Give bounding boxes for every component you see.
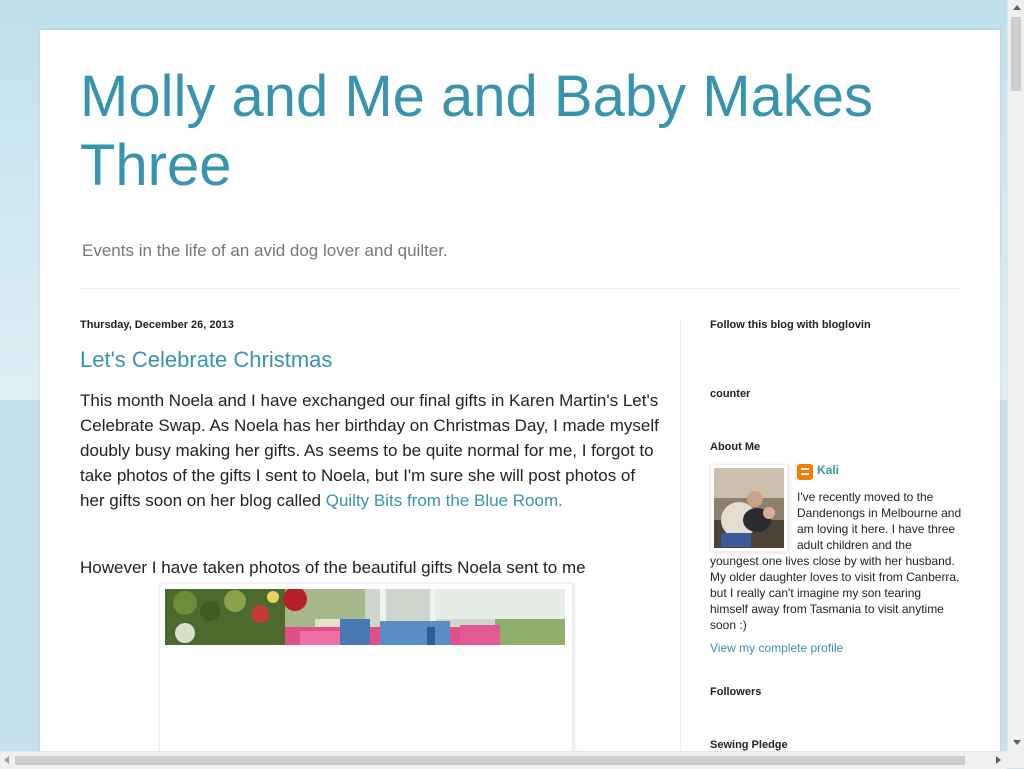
profile-about-body: I've recently moved to the Dandenongs in… <box>710 489 962 632</box>
scroll-left-icon[interactable] <box>4 756 9 764</box>
post-paragraph-2: However I have taken photos of the beaut… <box>80 558 586 577</box>
profile-about-text: I've recently moved to the Dandenongs in… <box>710 489 962 633</box>
view-profile-link[interactable]: View my complete profile <box>710 641 843 655</box>
scroll-down-icon[interactable] <box>1013 740 1021 745</box>
post-paragraph: This month Noela and I have exchanged ou… <box>80 388 660 513</box>
scroll-right-icon[interactable] <box>996 756 1001 764</box>
about-me-heading: About Me <box>710 441 761 453</box>
header-divider <box>80 288 960 289</box>
scroll-up-icon[interactable] <box>1013 5 1021 10</box>
vertical-scrollbar[interactable] <box>1007 0 1024 751</box>
profile-photo-float-spacer <box>710 489 797 553</box>
horizontal-scroll-thumb[interactable] <box>15 756 965 765</box>
column-divider <box>680 320 681 754</box>
post-date: Thursday, December 26, 2013 <box>80 319 234 331</box>
sewing-pledge-heading: Sewing Pledge <box>710 739 788 751</box>
scrollbar-corner <box>1007 751 1024 768</box>
post-body: This month Noela and I have exchanged ou… <box>80 388 660 513</box>
horizontal-scrollbar[interactable] <box>0 751 1007 769</box>
blog-description: Events in the life of an avid dog lover … <box>82 241 448 260</box>
post-title-link[interactable]: Let's Celebrate Christmas <box>80 347 332 373</box>
quilty-bits-link[interactable]: Quilty Bits from the Blue Room. <box>326 491 563 510</box>
profile-name-link[interactable]: Kali <box>817 463 839 477</box>
vertical-scroll-thumb[interactable] <box>1011 17 1021 91</box>
counter-heading: counter <box>710 388 751 400</box>
bloglovin-heading: Follow this blog with bloglovin <box>710 319 871 331</box>
post-photo[interactable] <box>159 583 573 754</box>
blog-title[interactable]: Molly and Me and Baby Makes Three <box>80 62 960 200</box>
gifts-photo <box>165 589 565 645</box>
followers-heading: Followers <box>710 686 762 698</box>
blog-content: Molly and Me and Baby Makes Three Events… <box>40 30 1000 754</box>
blogger-icon <box>797 464 813 480</box>
